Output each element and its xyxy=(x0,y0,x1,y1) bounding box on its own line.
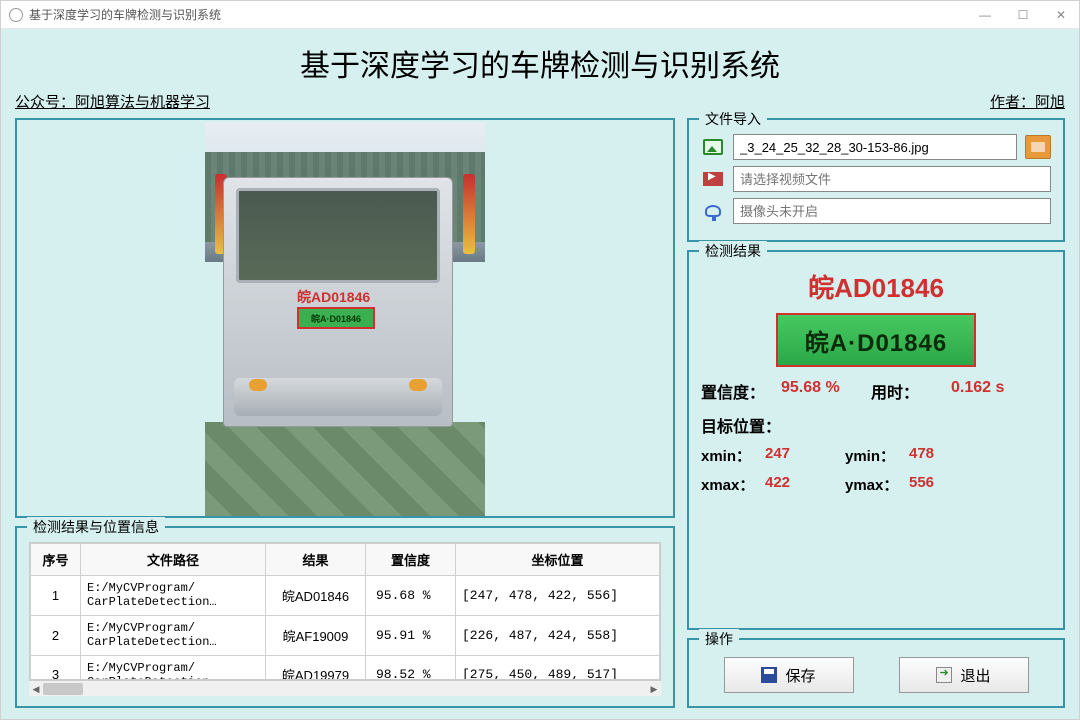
confidence-value: 95.68 % xyxy=(781,379,871,403)
xmax-label: xmax： xyxy=(701,474,765,495)
results-table-group: 检测结果与位置信息 序号 文件路径 结果 置信度 坐标位置 xyxy=(15,526,675,708)
cell-coord: [226, 487, 424, 558] xyxy=(456,615,660,655)
results-table: 序号 文件路径 结果 置信度 坐标位置 1E:/MyCVProgram/CarP… xyxy=(30,543,660,680)
maximize-button[interactable]: ☐ xyxy=(1013,5,1033,25)
table-row[interactable]: 3E:/MyCVProgram/CarPlateDetection…皖AD199… xyxy=(31,655,660,680)
table-row[interactable]: 1E:/MyCVProgram/CarPlateDetection…皖AD018… xyxy=(31,576,660,616)
cell-result: 皖AD01846 xyxy=(266,576,366,616)
import-legend: 文件导入 xyxy=(699,109,767,129)
xmax-value: 422 xyxy=(765,474,845,495)
exit-button[interactable]: 退出 xyxy=(899,657,1029,693)
cell-coord: [275, 450, 489, 517] xyxy=(456,655,660,680)
ymin-label: ymin： xyxy=(845,445,909,466)
ymax-value: 556 xyxy=(909,474,989,495)
ymin-value: 478 xyxy=(909,445,989,466)
result-legend: 检测结果 xyxy=(699,241,767,261)
browse-image-button[interactable] xyxy=(1025,135,1051,159)
col-result: 结果 xyxy=(266,544,366,576)
col-path: 文件路径 xyxy=(81,544,266,576)
camera-input[interactable] xyxy=(733,198,1051,224)
plate-bounding-box: 皖A·D01846 xyxy=(297,307,375,329)
cell-result: 皖AD19979 xyxy=(266,655,366,680)
cell-idx: 3 xyxy=(31,655,81,680)
cell-idx: 2 xyxy=(31,615,81,655)
table-legend: 检测结果与位置信息 xyxy=(27,517,165,537)
save-button-label: 保存 xyxy=(785,665,815,686)
cell-path: E:/MyCVProgram/CarPlateDetection… xyxy=(81,576,266,616)
cell-conf: 95.91 % xyxy=(366,615,456,655)
col-coord: 坐标位置 xyxy=(456,544,660,576)
xmin-label: xmin： xyxy=(701,445,765,466)
image-preview-pane: 皖AD01846 皖A·D01846 xyxy=(15,118,675,518)
save-button[interactable]: 保存 xyxy=(724,657,854,693)
video-icon xyxy=(701,168,725,190)
page-title: 基于深度学习的车牌检测与识别系统 xyxy=(15,41,1065,85)
save-icon xyxy=(761,667,777,683)
scroll-right-icon[interactable]: ▶ xyxy=(647,681,661,697)
image-icon xyxy=(701,136,725,158)
subtitle-right: 作者：阿旭 xyxy=(990,91,1065,112)
col-idx: 序号 xyxy=(31,544,81,576)
cell-conf: 98.52 % xyxy=(366,655,456,680)
minimize-button[interactable]: — xyxy=(975,5,995,25)
window-title: 基于深度学习的车牌检测与识别系统 xyxy=(29,6,221,23)
cell-result: 皖AF19009 xyxy=(266,615,366,655)
time-label: 用时： xyxy=(871,379,951,403)
table-row[interactable]: 2E:/MyCVProgram/CarPlateDetection…皖AF190… xyxy=(31,615,660,655)
cell-idx: 1 xyxy=(31,576,81,616)
plate-text-result: 皖AD01846 xyxy=(701,268,1051,305)
scroll-thumb[interactable] xyxy=(43,683,83,695)
cell-path: E:/MyCVProgram/CarPlateDetection… xyxy=(81,615,266,655)
close-button[interactable]: ✕ xyxy=(1051,5,1071,25)
detection-result-group: 检测结果 皖AD01846 皖A·D01846 置信度： 95.68 % 用时：… xyxy=(687,250,1065,630)
image-path-input[interactable] xyxy=(733,134,1017,160)
scroll-left-icon[interactable]: ◀ xyxy=(29,681,43,697)
ops-legend: 操作 xyxy=(699,629,739,649)
client-area: 基于深度学习的车牌检测与识别系统 公众号：阿旭算法与机器学习 作者：阿旭 xyxy=(1,29,1079,719)
app-icon xyxy=(9,8,23,22)
col-conf: 置信度 xyxy=(366,544,456,576)
confidence-label: 置信度： xyxy=(701,379,781,403)
camera-icon xyxy=(701,200,725,222)
subtitle-left: 公众号：阿旭算法与机器学习 xyxy=(15,91,210,112)
video-path-input[interactable] xyxy=(733,166,1051,192)
cell-conf: 95.68 % xyxy=(366,576,456,616)
position-label: 目标位置： xyxy=(701,413,1051,437)
car-image: 皖AD01846 皖A·D01846 xyxy=(205,122,485,517)
xmin-value: 247 xyxy=(765,445,845,466)
table-scroll[interactable]: 序号 文件路径 结果 置信度 坐标位置 1E:/MyCVProgram/CarP… xyxy=(29,542,661,680)
time-value: 0.162 s xyxy=(951,379,1041,403)
cell-path: E:/MyCVProgram/CarPlateDetection… xyxy=(81,655,266,680)
titlebar: 基于深度学习的车牌检测与识别系统 — ☐ ✕ xyxy=(1,1,1079,29)
exit-button-label: 退出 xyxy=(960,665,990,686)
operations-group: 操作 保存 退出 xyxy=(687,638,1065,708)
horizontal-scrollbar[interactable]: ◀ ▶ xyxy=(29,680,661,696)
plate-crop-image: 皖A·D01846 xyxy=(776,313,976,367)
cell-coord: [247, 478, 422, 556] xyxy=(456,576,660,616)
ymax-label: ymax： xyxy=(845,474,909,495)
app-window: 基于深度学习的车牌检测与识别系统 — ☐ ✕ 基于深度学习的车牌检测与识别系统 … xyxy=(0,0,1080,720)
plate-overlay-label: 皖AD01846 xyxy=(297,287,370,307)
file-import-group: 文件导入 xyxy=(687,118,1065,242)
exit-icon xyxy=(936,667,952,683)
